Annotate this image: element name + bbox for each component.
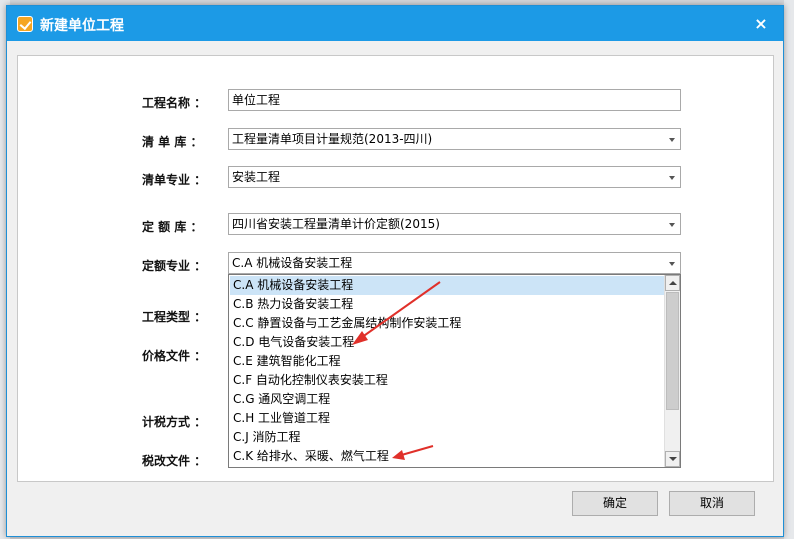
bill-library-value: 工程量清单项目计量规范(2013-四川) [232,132,433,146]
form-panel: 工程名称 ： 单位工程 清 单 库 ： 工程量清单项目计量规范(2013-四川)… [17,55,774,482]
quota-library-select[interactable]: 四川省安装工程量清单计价定额(2015) [228,213,681,235]
tax-reform-file-label: 税改文件 ： [142,454,207,468]
app-icon [17,16,33,32]
quota-library-label: 定 额 库 ： [142,220,203,234]
chevron-down-icon[interactable] [669,138,675,142]
quota-major-value: C.A 机械设备安装工程 [232,256,353,270]
dialog-title: 新建单位工程 [40,18,124,34]
dropdown-item[interactable]: C.H 工业管道工程 [230,409,666,428]
price-file-label: 价格文件 ： [142,349,207,363]
chevron-down-icon[interactable] [669,176,675,180]
dropdown-scrollbar[interactable] [664,275,680,467]
project-type-label: 工程类型 ： [142,310,207,324]
quota-major-dropdown-list[interactable]: C.A 机械设备安装工程 C.B 热力设备安装工程 C.C 静置设备与工艺金属结… [228,274,681,468]
quota-major-label: 定额专业 ： [142,259,207,273]
dropdown-item[interactable]: C.J 消防工程 [230,428,666,447]
new-unit-project-dialog: 新建单位工程 × 工程名称 ： 单位工程 清 单 库 ： 工程量清单项目计量规范… [6,5,784,537]
quota-major-select[interactable]: C.A 机械设备安装工程 [228,252,681,274]
ok-button[interactable]: 确定 [572,491,658,516]
bill-library-label: 清 单 库 ： [142,135,203,149]
project-name-input[interactable]: 单位工程 [228,89,681,111]
cancel-button[interactable]: 取消 [669,491,755,516]
project-name-label: 工程名称 ： [142,96,207,110]
chevron-down-icon[interactable] [669,223,675,227]
background-window-right [784,0,794,539]
bill-major-label: 清单专业 ： [142,173,207,187]
chevron-down-icon[interactable] [669,262,675,266]
bill-major-value: 安装工程 [232,170,281,184]
bill-major-select[interactable]: 安装工程 [228,166,681,188]
bill-library-select[interactable]: 工程量清单项目计量规范(2013-四川) [228,128,681,150]
scrollbar-thumb[interactable] [666,292,679,410]
dropdown-item[interactable]: C.C 静置设备与工艺金属结构制作安装工程 [230,314,666,333]
dialog-titlebar[interactable]: 新建单位工程 × [7,6,783,41]
dropdown-item[interactable]: C.D 电气设备安装工程 [230,333,666,352]
dropdown-item[interactable]: C.F 自动化控制仪表安装工程 [230,371,666,390]
quota-library-value: 四川省安装工程量清单计价定额(2015) [232,217,440,231]
dropdown-item[interactable]: C.B 热力设备安装工程 [230,295,666,314]
scroll-down-icon[interactable] [665,451,680,467]
dropdown-item[interactable]: C.K 给排水、采暖、燃气工程 [230,447,666,466]
scroll-up-icon[interactable] [665,275,680,291]
dropdown-item[interactable]: C.G 通风空调工程 [230,390,666,409]
dropdown-item[interactable]: C.E 建筑智能化工程 [230,352,666,371]
dropdown-item[interactable]: C.A 机械设备安装工程 [230,276,666,295]
tax-method-label: 计税方式 ： [142,415,207,429]
close-icon[interactable]: × [749,12,773,36]
